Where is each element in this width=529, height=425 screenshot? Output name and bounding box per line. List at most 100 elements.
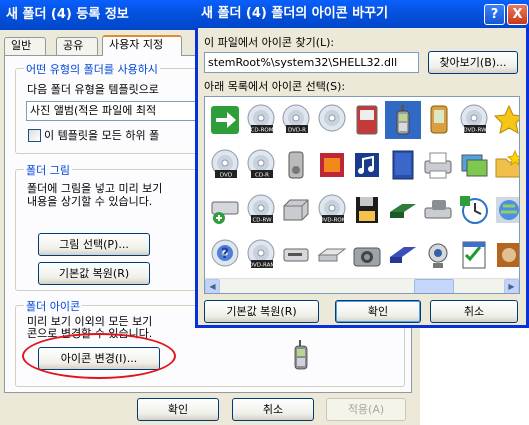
tab-customize[interactable]: 사용자 지정 (102, 35, 182, 56)
dvd-rom-icon[interactable]: DVD-ROM (314, 191, 350, 229)
tab-customize-label: 사용자 지정 (109, 38, 164, 51)
cd-r-icon-glyph: CD-R (247, 149, 274, 179)
floppy-icon-glyph (356, 197, 378, 223)
cd-icon[interactable] (314, 101, 350, 139)
icon-list-label: 아래 목록에서 아이콘 선택(S): (204, 80, 346, 93)
cd-rw-icon[interactable]: CD-RW (243, 191, 279, 229)
desktop-background (420, 328, 529, 425)
svg-text:DVD-ROM: DVD-ROM (319, 218, 346, 224)
hard-drive-icon-glyph (283, 199, 309, 221)
icon-list[interactable]: ◀ ▶ CD-ROM DVD-R DVD-RW DVD CD-R CD-RW DVD-ROM… (204, 96, 520, 294)
cd-rom-icon[interactable]: CD-ROM (243, 101, 279, 139)
close-button[interactable]: X (507, 4, 528, 25)
dvd-ram-icon-glyph: DVD-RAM (247, 239, 275, 269)
pda-icon-glyph (430, 105, 448, 134)
floppy-icon[interactable] (349, 191, 385, 229)
change-icon-titlebar: 새 폴더 (4) 폴더의 아이콘 바꾸기 (195, 0, 529, 28)
mobile-phone-icon[interactable] (384, 101, 421, 139)
zip-drive-icon[interactable] (385, 236, 421, 274)
checklist-icon[interactable] (456, 236, 492, 274)
svg-text:DVD-R: DVD-R (288, 128, 306, 134)
dvd-rw-icon[interactable]: DVD-RW (456, 101, 492, 139)
removable-drive-icon[interactable] (278, 236, 314, 274)
properties-ok-label: 확인 (167, 403, 189, 416)
icon-file-path-value: stemRoot%\system32\SHELL32.dll (208, 56, 398, 69)
cd-rom-icon-glyph: CD-ROM (247, 104, 274, 134)
cd-icon-glyph (318, 104, 345, 132)
tape-drive-icon[interactable] (314, 236, 350, 274)
properties-cancel-label: 취소 (262, 403, 284, 416)
folder-type-group-title: 어떤 유형의 폴더를 사용하시 (24, 61, 160, 77)
printer-icon[interactable] (420, 146, 456, 184)
dvd-ram-icon[interactable]: DVD-RAM (243, 236, 279, 274)
folder-template-select[interactable]: 사진 앨범(적은 파일에 최적 (26, 101, 206, 121)
icon-list-scrollbar[interactable]: ◀ ▶ (205, 278, 519, 293)
pda-icon[interactable] (420, 101, 456, 139)
webcam-icon[interactable] (420, 236, 456, 274)
movie-icon-glyph (319, 153, 344, 177)
hard-drive-icon[interactable] (278, 191, 314, 229)
tape-drive-icon-glyph (317, 248, 346, 262)
dvd-drive-icon[interactable]: DVD (207, 146, 243, 184)
music-icon[interactable] (349, 146, 385, 184)
properties-ok-button[interactable]: 확인 (137, 398, 219, 421)
dvd-drive-icon-glyph: DVD (211, 149, 239, 179)
restore-default-label: 기본값 복원(R) (226, 305, 297, 318)
help-icon: ? (490, 7, 499, 22)
globe-icon[interactable] (491, 191, 519, 229)
card-reader-icon[interactable] (385, 191, 421, 229)
mobile-phone-preview-icon (294, 340, 308, 370)
movie-icon[interactable] (314, 146, 350, 184)
properties-cancel-button[interactable]: 취소 (232, 398, 314, 421)
sync-clock-icon[interactable] (456, 191, 492, 229)
shell32-book-icon[interactable] (385, 146, 421, 184)
help-cd-icon[interactable]: ? (207, 236, 243, 274)
change-icon-cancel-button[interactable]: 취소 (430, 300, 518, 323)
media-player-icon[interactable] (349, 101, 385, 139)
scroll-left-icon: ◀ (209, 282, 216, 291)
restore-picture-label: 기본값 복원(R) (58, 267, 130, 280)
mp3-player-icon-glyph (288, 151, 304, 179)
media-player-icon-glyph (356, 105, 378, 135)
scroll-right-button[interactable]: ▶ (504, 279, 519, 293)
search-file-label: 이 파일에서 아이콘 찾기(L): (204, 36, 335, 49)
cd-r-icon[interactable]: CD-R (243, 146, 279, 184)
tab-general[interactable]: 일반 (4, 37, 46, 55)
mp3-player-icon[interactable] (278, 146, 314, 184)
choose-picture-label: 그림 선택(P)... (59, 238, 129, 251)
star-icon[interactable] (491, 101, 519, 139)
globe-icon-glyph (496, 197, 519, 223)
star-icon-glyph (493, 104, 519, 134)
apply-subfolders-checkbox[interactable] (28, 129, 41, 142)
properties-apply-button[interactable]: 적용(A) (326, 398, 406, 421)
folder-picture-line1: 폴더에 그림을 넣고 미리 보기 (27, 182, 163, 195)
scroll-left-button[interactable]: ◀ (205, 279, 220, 293)
folder-star-icon[interactable] (491, 146, 519, 184)
audio-cd-icon[interactable] (491, 236, 519, 274)
photos-icon[interactable] (456, 146, 492, 184)
camera-icon[interactable] (349, 236, 385, 274)
folder-template-value: 사진 앨범(적은 파일에 최적 (30, 104, 157, 117)
help-button[interactable]: ? (484, 4, 505, 25)
tab-sharing[interactable]: 공유 (56, 37, 98, 55)
scanner-camera-icon[interactable] (420, 191, 456, 229)
green-arrow-icon[interactable] (207, 101, 243, 139)
change-icon-ok-button[interactable]: 확인 (335, 300, 421, 323)
dvd-r-icon[interactable]: DVD-R (278, 101, 314, 139)
folder-icon-group-title: 폴더 아이콘 (24, 298, 83, 314)
choose-picture-button[interactable]: 그림 선택(P)... (38, 233, 150, 256)
svg-text:?: ? (221, 246, 229, 262)
dvd-r-icon-glyph: DVD-R (282, 104, 310, 134)
scroll-thumb[interactable] (414, 279, 454, 293)
dvd-rw-icon-glyph: DVD-RW (460, 104, 487, 134)
help-cd-icon-glyph: ? (211, 239, 239, 267)
network-drive-icon[interactable] (207, 191, 243, 229)
restore-default-button[interactable]: 기본값 복원(R) (204, 300, 319, 323)
svg-text:CD-R: CD-R (255, 173, 269, 179)
icon-file-path-input[interactable]: stemRoot%\system32\SHELL32.dll (204, 52, 419, 73)
scroll-right-icon: ▶ (508, 282, 515, 291)
folder-picture-group-title: 폴더 그림 (24, 162, 72, 178)
browse-button[interactable]: 찾아보기(B)... (428, 51, 518, 74)
zip-drive-icon-glyph (389, 247, 416, 263)
restore-picture-button[interactable]: 기본값 복원(R) (38, 262, 150, 285)
